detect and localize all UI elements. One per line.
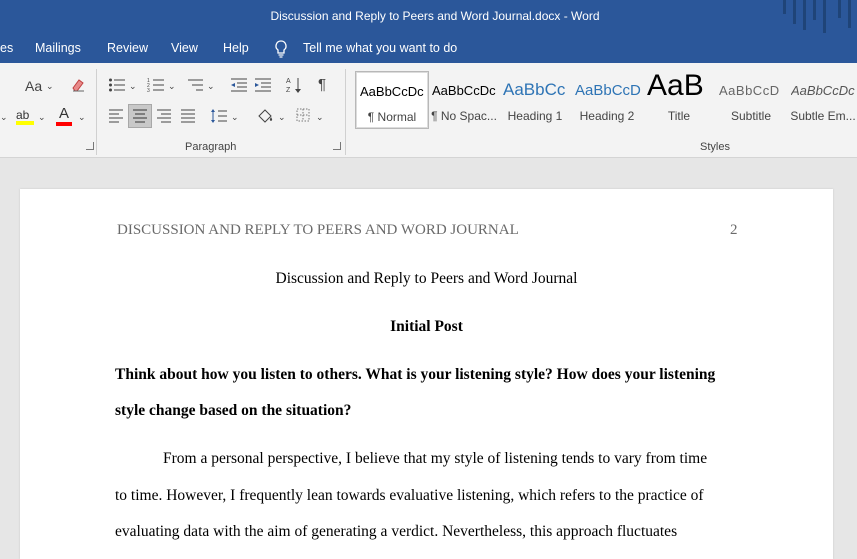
style-sample: AaBbCcD [575,82,641,99]
style-subtitle[interactable]: AaBbCcD Subtitle [715,71,787,127]
chevron-down-icon[interactable]: ⌄ [38,109,46,125]
chevron-down-icon[interactable]: ⌄ [78,109,86,125]
bullets-icon[interactable] [108,77,126,98]
pilcrow-icon[interactable]: ¶ [318,77,326,93]
body-line: evaluating data with the aim of generati… [115,523,678,540]
numbering-icon[interactable]: 123 [147,77,165,98]
title-bar-decoration [823,0,826,33]
style-sample: AaB [647,69,704,102]
style-label: Heading 1 [507,109,563,123]
style-label: Title [667,109,691,123]
justify-icon[interactable] [180,109,196,128]
style-subtle-emphasis[interactable]: AaBbCcDc Subtle Em... [787,71,857,127]
question-line: Think about how you listen to others. Wh… [115,366,716,383]
section-heading: Initial Post [390,318,463,335]
lightbulb-icon[interactable] [274,40,288,63]
chevron-down-icon[interactable]: ⌄ [207,78,215,94]
change-case-button[interactable]: Aa [25,78,42,94]
style-heading-2[interactable]: AaBbCcD Heading 2 [571,71,643,127]
title-bar-decoration [848,0,851,28]
title-bar: Discussion and Reply to Peers and Word J… [0,0,857,33]
font-dialog-launcher-icon[interactable] [86,142,94,150]
highlight-color-swatch [16,121,34,125]
styles-group-label: Styles [700,141,730,153]
running-head: DISCUSSION AND REPLY TO PEERS AND WORD J… [117,222,519,238]
style-label: ¶ No Spac... [431,109,497,123]
page-number: 2 [730,222,738,238]
style-label: Subtle Em... [790,109,856,123]
ribbon: Aa ⌄ ⌄ ab ⌄ A ⌄ ⌄ 123 ⌄ ⌄ AZ ¶ ⌄ ⌄ ⌄ Par… [0,63,857,158]
chevron-down-icon[interactable]: ⌄ [278,109,286,125]
style-label: Subtitle [730,109,772,123]
chevron-down-icon[interactable]: ⌄ [129,78,137,94]
group-separator [96,69,97,155]
decrease-indent-icon[interactable] [230,77,248,98]
style-sample: AaBbCcDc [360,84,424,99]
multilevel-list-icon[interactable] [186,77,204,98]
chevron-down-icon[interactable]: ⌄ [46,78,54,94]
paragraph-dialog-launcher-icon[interactable] [333,142,341,150]
body-line: From a personal perspective, I believe t… [163,450,708,467]
sort-icon[interactable]: AZ [286,76,302,99]
style-sample: AaBbCcD [719,83,780,98]
svg-text:3: 3 [147,88,150,93]
tab-references[interactable]: es [0,41,13,55]
style-sample: AaBbCcDc [791,83,855,98]
tab-help[interactable]: Help [223,41,249,55]
increase-indent-icon[interactable] [254,77,272,98]
tab-review[interactable]: Review [107,41,148,55]
body-line: to time. However, I frequently lean towa… [115,487,704,504]
title-bar-decoration [783,0,786,14]
chevron-down-icon[interactable]: ⌄ [0,109,8,125]
font-color-icon[interactable]: A [56,106,74,127]
svg-text:Z: Z [286,87,291,94]
tab-view[interactable]: View [171,41,198,55]
paragraph-group-label: Paragraph [185,141,237,153]
title-bar-decoration [838,0,841,18]
borders-icon[interactable] [296,108,310,127]
chevron-down-icon[interactable]: ⌄ [316,109,324,125]
clear-formatting-icon[interactable] [70,77,86,98]
group-separator [345,69,346,155]
style-label: Heading 2 [579,109,635,123]
style-heading-1[interactable]: AaBbCc Heading 1 [499,71,571,127]
title-bar-decoration [803,0,806,30]
style-title[interactable]: AaB Title [643,69,715,127]
shading-icon[interactable] [256,107,274,130]
align-center-icon [133,109,147,123]
text-highlight-icon[interactable]: ab [16,107,36,127]
style-sample: AaBbCcDc [432,83,496,98]
ribbon-tabs: es Mailings Review View Help Tell me wha… [0,33,857,63]
tell-me-search[interactable]: Tell me what you want to do [303,41,457,55]
document-title: Discussion and Reply to Peers and Word J… [275,270,578,287]
svg-text:A: A [286,78,291,85]
style-sample: AaBbCc [503,80,566,99]
align-right-icon[interactable] [156,109,172,128]
tab-mailings[interactable]: Mailings [35,41,81,55]
document-page[interactable]: DISCUSSION AND REPLY TO PEERS AND WORD J… [20,189,833,559]
style-no-spacing[interactable]: AaBbCcDc ¶ No Spac... [428,71,500,127]
line-spacing-icon[interactable] [210,108,228,129]
align-left-icon[interactable] [108,109,124,128]
title-bar-decoration [813,0,816,20]
style-normal[interactable]: AaBbCcDc ¶ Normal [355,71,429,129]
question-line: style change based on the situation? [115,402,352,419]
chevron-down-icon[interactable]: ⌄ [231,109,239,125]
font-color-swatch [56,122,72,126]
chevron-down-icon[interactable]: ⌄ [168,78,176,94]
style-label: ¶ Normal [367,110,417,124]
title-bar-decoration [793,0,796,24]
window-title: Discussion and Reply to Peers and Word J… [270,9,600,23]
align-center-button[interactable] [128,104,152,128]
